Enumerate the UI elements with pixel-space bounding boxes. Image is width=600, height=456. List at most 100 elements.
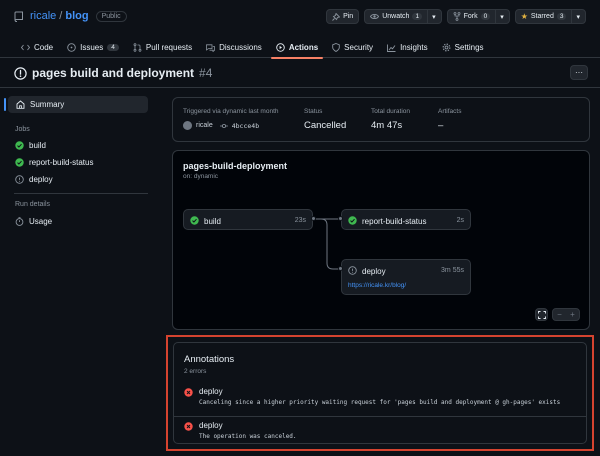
annotation-item[interactable]: deploy The operation was canceled. <box>174 421 586 443</box>
repo-name-link[interactable]: blog <box>65 10 88 22</box>
annotation-title: deploy <box>199 421 223 430</box>
repo-action-buttons: Pin Unwatch 1 ▾ Fork 0 ▾ ★ Starred 3 ▾ <box>326 9 586 24</box>
starred-label: Starred <box>530 13 554 20</box>
annotation-message: Canceling since a higher priority waitin… <box>199 399 561 406</box>
home-icon <box>16 100 25 109</box>
run-number: #4 <box>199 66 213 80</box>
unwatch-button[interactable]: Unwatch 1 ▾ <box>364 9 442 24</box>
duration-label: Total duration <box>371 108 411 115</box>
chevron-down-icon: ▾ <box>576 13 580 21</box>
commit-link[interactable]: 4bcce4b <box>232 122 259 130</box>
job-duration: 3m 55s <box>441 267 464 274</box>
job-duration: 23s <box>294 217 306 224</box>
tab-settings[interactable]: Settings <box>435 37 491 58</box>
job-label: build <box>204 217 221 226</box>
shield-icon <box>332 43 340 52</box>
chevron-down-icon: ▾ <box>500 13 504 21</box>
check-circle-icon <box>15 141 24 150</box>
star-count: 3 <box>556 13 567 20</box>
sidebar-job-build[interactable]: build <box>15 141 46 150</box>
trigger-text: Triggered via dynamic last month <box>183 108 279 115</box>
job-input-dot <box>338 266 343 271</box>
job-label: deploy <box>29 175 53 184</box>
graph-icon <box>387 44 396 52</box>
run-more-options-button[interactable]: ··· <box>570 65 588 80</box>
visibility-badge: Public <box>95 10 127 22</box>
fork-dropdown[interactable]: ▾ <box>495 10 504 23</box>
fork-count: 0 <box>480 13 491 20</box>
job-card-deploy[interactable]: deploy 3m 55s https://ricale.kr/blog/ <box>341 259 471 295</box>
error-icon <box>184 422 193 431</box>
status-value: Cancelled <box>304 120 347 131</box>
annotation-item[interactable]: deploy Canceling since a higher priority… <box>174 387 586 417</box>
cancelled-icon <box>15 175 24 184</box>
tab-security[interactable]: Security <box>325 37 380 58</box>
jobs-heading: Jobs <box>15 126 30 133</box>
sidebar-usage-link[interactable]: Usage <box>15 217 52 226</box>
job-label: report-build-status <box>362 217 427 226</box>
starred-dropdown[interactable]: ▾ <box>571 10 580 23</box>
summary-label: Summary <box>30 100 65 109</box>
tab-label: Settings <box>454 43 484 52</box>
annotations-panel: Annotations 2 errors deploy Canceling si… <box>173 342 587 444</box>
tab-actions[interactable]: Actions <box>269 37 325 59</box>
job-card-report-build-status[interactable]: report-build-status 2s <box>341 209 471 230</box>
tab-insights[interactable]: Insights <box>380 37 435 58</box>
fork-icon <box>453 12 461 21</box>
pull-request-icon <box>133 43 142 52</box>
artifacts-label: Artifacts <box>438 108 462 115</box>
job-input-dot <box>338 216 343 221</box>
tab-issues[interactable]: Issues 4 <box>60 37 126 58</box>
fork-label: Fork <box>463 13 478 20</box>
check-circle-icon <box>348 216 357 225</box>
run-name: pages build and deployment <box>32 66 195 80</box>
issue-icon <box>67 43 76 52</box>
repo-icon <box>14 11 24 22</box>
zoom-out-button[interactable]: − <box>557 310 562 319</box>
annotation-message: The operation was canceled. <box>199 433 297 440</box>
status-label: Status <box>304 108 323 115</box>
tab-code[interactable]: Code <box>14 37 60 58</box>
deploy-url-link[interactable]: https://ricale.kr/blog/ <box>348 282 406 289</box>
annotations-title: Annotations <box>184 354 235 365</box>
tab-label: Pull requests <box>145 43 193 52</box>
trigger-meta: ricale 4bcce4b <box>183 121 259 130</box>
sidebar-job-report-build-status[interactable]: report-build-status <box>15 158 93 167</box>
tab-label: Security <box>344 43 374 52</box>
error-icon <box>184 388 193 397</box>
pin-button[interactable]: Pin <box>326 9 360 24</box>
annotation-title: deploy <box>199 387 223 396</box>
duration-value: 4m 47s <box>371 120 403 131</box>
repo-owner-link[interactable]: ricale <box>30 10 56 22</box>
tab-pull-requests[interactable]: Pull requests <box>126 37 199 58</box>
cancelled-status-icon <box>14 66 27 80</box>
commit-icon <box>219 123 228 129</box>
pin-label: Pin <box>343 13 354 20</box>
repo-path-separator: / <box>59 10 63 22</box>
fullscreen-button[interactable] <box>535 308 548 321</box>
zoom-in-button[interactable]: + <box>570 310 575 319</box>
starred-button[interactable]: ★ Starred 3 ▾ <box>514 9 586 24</box>
tab-label: Code <box>34 43 54 52</box>
unwatch-dropdown[interactable]: ▾ <box>427 10 436 23</box>
tab-label: Actions <box>288 43 319 52</box>
sidebar-job-deploy[interactable]: deploy <box>15 175 53 184</box>
gear-icon <box>442 43 451 52</box>
repo-nav-tabs: Code Issues 4 Pull requests Discussions … <box>14 37 491 59</box>
tab-discussions[interactable]: Discussions <box>199 37 269 58</box>
watch-count: 1 <box>412 13 423 20</box>
tab-label: Issues <box>80 43 104 52</box>
sidebar-summary-link[interactable]: Summary <box>4 96 148 113</box>
fullscreen-icon <box>537 310 546 319</box>
annotations-count: 2 errors <box>184 368 207 375</box>
run-summary-card: Triggered via dynamic last month ricale … <box>172 97 590 142</box>
job-connectors <box>314 218 341 270</box>
pin-icon <box>332 12 341 21</box>
job-card-build[interactable]: build 23s <box>183 209 313 230</box>
job-label: build <box>29 141 46 150</box>
check-circle-icon <box>15 158 24 167</box>
title-divider <box>0 87 600 88</box>
actor-link[interactable]: ricale <box>196 122 213 129</box>
fork-button[interactable]: Fork 0 ▾ <box>446 9 510 24</box>
job-duration: 2s <box>456 217 464 224</box>
